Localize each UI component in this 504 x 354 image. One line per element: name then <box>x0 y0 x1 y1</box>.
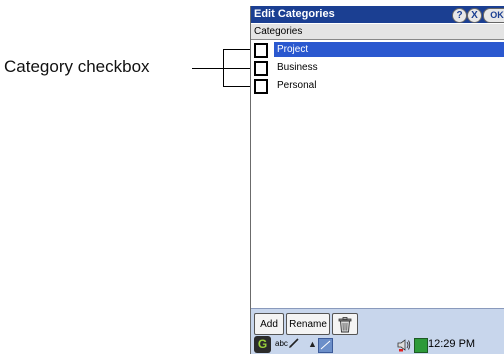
category-checkbox[interactable] <box>254 79 268 94</box>
category-label[interactable]: Business <box>274 60 504 75</box>
category-checkbox[interactable] <box>254 43 268 58</box>
battery-icon[interactable] <box>414 338 428 353</box>
category-label[interactable]: Project <box>274 42 504 57</box>
add-button[interactable]: Add <box>254 313 284 335</box>
category-label[interactable]: Personal <box>274 78 504 93</box>
category-checkbox[interactable] <box>254 61 268 76</box>
help-button[interactable]: ? <box>452 8 467 23</box>
edit-categories-window: Edit Categories ? X OK Categories Projec… <box>250 6 504 354</box>
input-mode-label[interactable]: abc <box>275 339 288 348</box>
keyboard-icon[interactable] <box>318 338 333 353</box>
title-bar: Edit Categories ? X OK <box>251 6 504 23</box>
speaker-icon[interactable] <box>397 338 411 352</box>
clock[interactable]: 12:29 PM <box>428 338 475 350</box>
rename-button[interactable]: Rename <box>286 313 330 335</box>
category-row-project[interactable]: Project <box>251 41 504 58</box>
input-menu-arrow-icon[interactable]: ▲ <box>308 339 317 349</box>
trash-icon <box>338 317 352 333</box>
category-row-personal[interactable]: Personal <box>251 77 504 94</box>
list-header-label: Categories <box>254 26 303 37</box>
category-row-business[interactable]: Business <box>251 59 504 76</box>
callout-label: Category checkbox <box>4 57 150 76</box>
ok-button[interactable]: OK <box>483 8 504 23</box>
window-title: Edit Categories <box>254 8 335 20</box>
list-header: Categories <box>251 24 504 40</box>
pen-icon[interactable] <box>289 338 299 348</box>
start-menu-icon[interactable]: G <box>254 336 271 353</box>
close-button[interactable]: X <box>467 8 482 23</box>
taskbar: G abc ▲ 12:29 PM <box>251 336 504 354</box>
delete-button[interactable] <box>332 313 358 335</box>
